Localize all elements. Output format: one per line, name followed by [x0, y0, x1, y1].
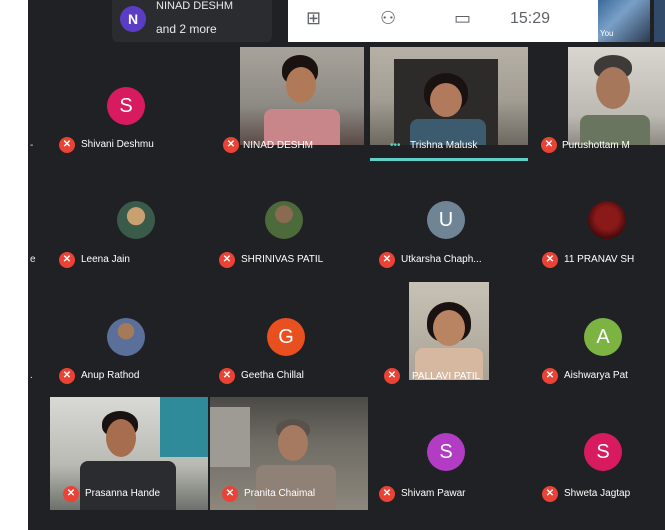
- person-face: [430, 83, 462, 117]
- tile-shweta[interactable]: S ✕ Shweta Jagtap: [538, 405, 665, 503]
- mic-off-icon: ✕: [379, 486, 395, 502]
- participant-name: Leena Jain: [81, 254, 130, 265]
- tile-shrinivas[interactable]: ✕ SHRINIVAS PATIL: [215, 165, 373, 268]
- mic-off-icon: ✕: [59, 252, 75, 268]
- tile-utkarsha[interactable]: U ✕ Utkarsha Chaph...: [375, 165, 535, 268]
- left-edge: [0, 0, 28, 530]
- person-face: [286, 67, 316, 103]
- mic-off-icon: ✕: [59, 368, 75, 384]
- participant-name: Utkarsha Chaph...: [401, 254, 482, 265]
- mic-off-icon: ✕: [63, 486, 79, 502]
- mic-off-icon: ✕: [384, 368, 400, 384]
- mic-off-icon: ✕: [219, 252, 235, 268]
- bottom-strip: [28, 512, 665, 530]
- tile-shivani[interactable]: S ✕ Shivani Deshmu: [55, 47, 213, 153]
- participant-name: Trishna Malusk: [410, 140, 478, 151]
- participant-name: SHRINIVAS PATIL: [241, 254, 324, 265]
- participant-avatar: U: [427, 201, 465, 239]
- participant-avatar: N: [120, 6, 146, 32]
- tile-shivam[interactable]: S ✕ Shivam Pawar: [375, 405, 535, 503]
- person-face: [106, 419, 136, 457]
- tile-geetha[interactable]: G ✕ Geetha Chillal: [215, 282, 373, 384]
- background-object: [160, 397, 208, 457]
- mic-off-icon: ✕: [222, 486, 238, 502]
- tile-anup[interactable]: ✕ Anup Rathod: [55, 282, 213, 384]
- speaking-participants[interactable]: N NINAD DESHM and 2 more: [112, 0, 272, 42]
- person-body: [80, 461, 176, 510]
- profile-photo: [107, 318, 145, 356]
- participant-avatar: S: [427, 433, 465, 471]
- participant-avatar: G: [267, 318, 305, 356]
- control-strip: ⊞ ⚇ ▭ 15:29: [288, 0, 598, 42]
- participant-name: 11 PRANAV SH: [564, 254, 635, 265]
- participant-name: Anup Rathod: [81, 370, 140, 381]
- tile-pallavi[interactable]: [409, 282, 489, 380]
- participant-name: Geetha Chillal: [241, 370, 304, 381]
- person-face: [433, 310, 465, 346]
- wall-panel: [210, 407, 250, 467]
- cropped-tile-edge: .: [30, 370, 33, 381]
- participant-name: Shivam Pawar: [401, 488, 466, 499]
- mic-off-icon: ✕: [219, 368, 235, 384]
- participant-name: Pranita Chaimal: [244, 488, 316, 499]
- tile-ninad[interactable]: [240, 47, 364, 145]
- tile-leena[interactable]: ✕ Leena Jain: [55, 165, 213, 268]
- profile-photo: [265, 201, 303, 239]
- speaking-indicator: •••: [390, 140, 400, 151]
- participant-name: NINAD DESHM: [156, 0, 234, 12]
- participant-name: Aishwarya Pat: [564, 370, 628, 381]
- meet-window: N NINAD DESHM and 2 more ⊞ ⚇ ▭ 15:29 You…: [0, 0, 665, 530]
- self-video-edge: [654, 0, 665, 42]
- tile-aishwarya[interactable]: A ✕ Aishwarya Pat: [538, 282, 665, 384]
- mic-off-icon: ✕: [541, 137, 557, 153]
- participant-avatar: A: [584, 318, 622, 356]
- participant-name: NINAD DESHM: [243, 140, 314, 151]
- participant-avatar: S: [107, 87, 145, 125]
- active-speaker-bar: [370, 158, 528, 161]
- participant-name: Prasanna Hande: [85, 488, 161, 499]
- tile-trishna[interactable]: [370, 47, 528, 145]
- mic-off-icon: ✕: [379, 252, 395, 268]
- grid-layout-icon[interactable]: ⊞: [306, 8, 321, 29]
- profile-photo: [588, 201, 626, 239]
- participant-name: Purushottam M: [562, 140, 630, 151]
- person-face: [278, 425, 308, 461]
- chat-icon[interactable]: ▭: [454, 8, 471, 29]
- mic-off-icon: ✕: [59, 137, 75, 153]
- mic-off-icon: ✕: [542, 368, 558, 384]
- self-view[interactable]: You: [598, 0, 665, 42]
- tile-purushottam[interactable]: [568, 47, 665, 145]
- participant-avatar: S: [584, 433, 622, 471]
- self-label: You: [600, 29, 614, 38]
- participant-more: and 2 more: [156, 22, 217, 36]
- people-icon[interactable]: ⚇: [380, 8, 396, 29]
- cropped-tile-edge: -: [30, 140, 34, 151]
- person-face: [596, 67, 630, 109]
- mic-off-icon: ✕: [223, 137, 239, 153]
- profile-photo: [117, 201, 155, 239]
- participant-name: Shivani Deshmu: [81, 139, 154, 150]
- participant-name: Shweta Jagtap: [564, 488, 631, 499]
- tile-pranav[interactable]: ✕ 11 PRANAV SH: [538, 165, 665, 268]
- clock: 15:29: [510, 10, 551, 27]
- mic-off-icon: ✕: [542, 486, 558, 502]
- cropped-tile-edge: e: [30, 254, 36, 265]
- participant-name: PALLAVI PATIL: [412, 371, 481, 382]
- mic-off-icon: ✕: [542, 252, 558, 268]
